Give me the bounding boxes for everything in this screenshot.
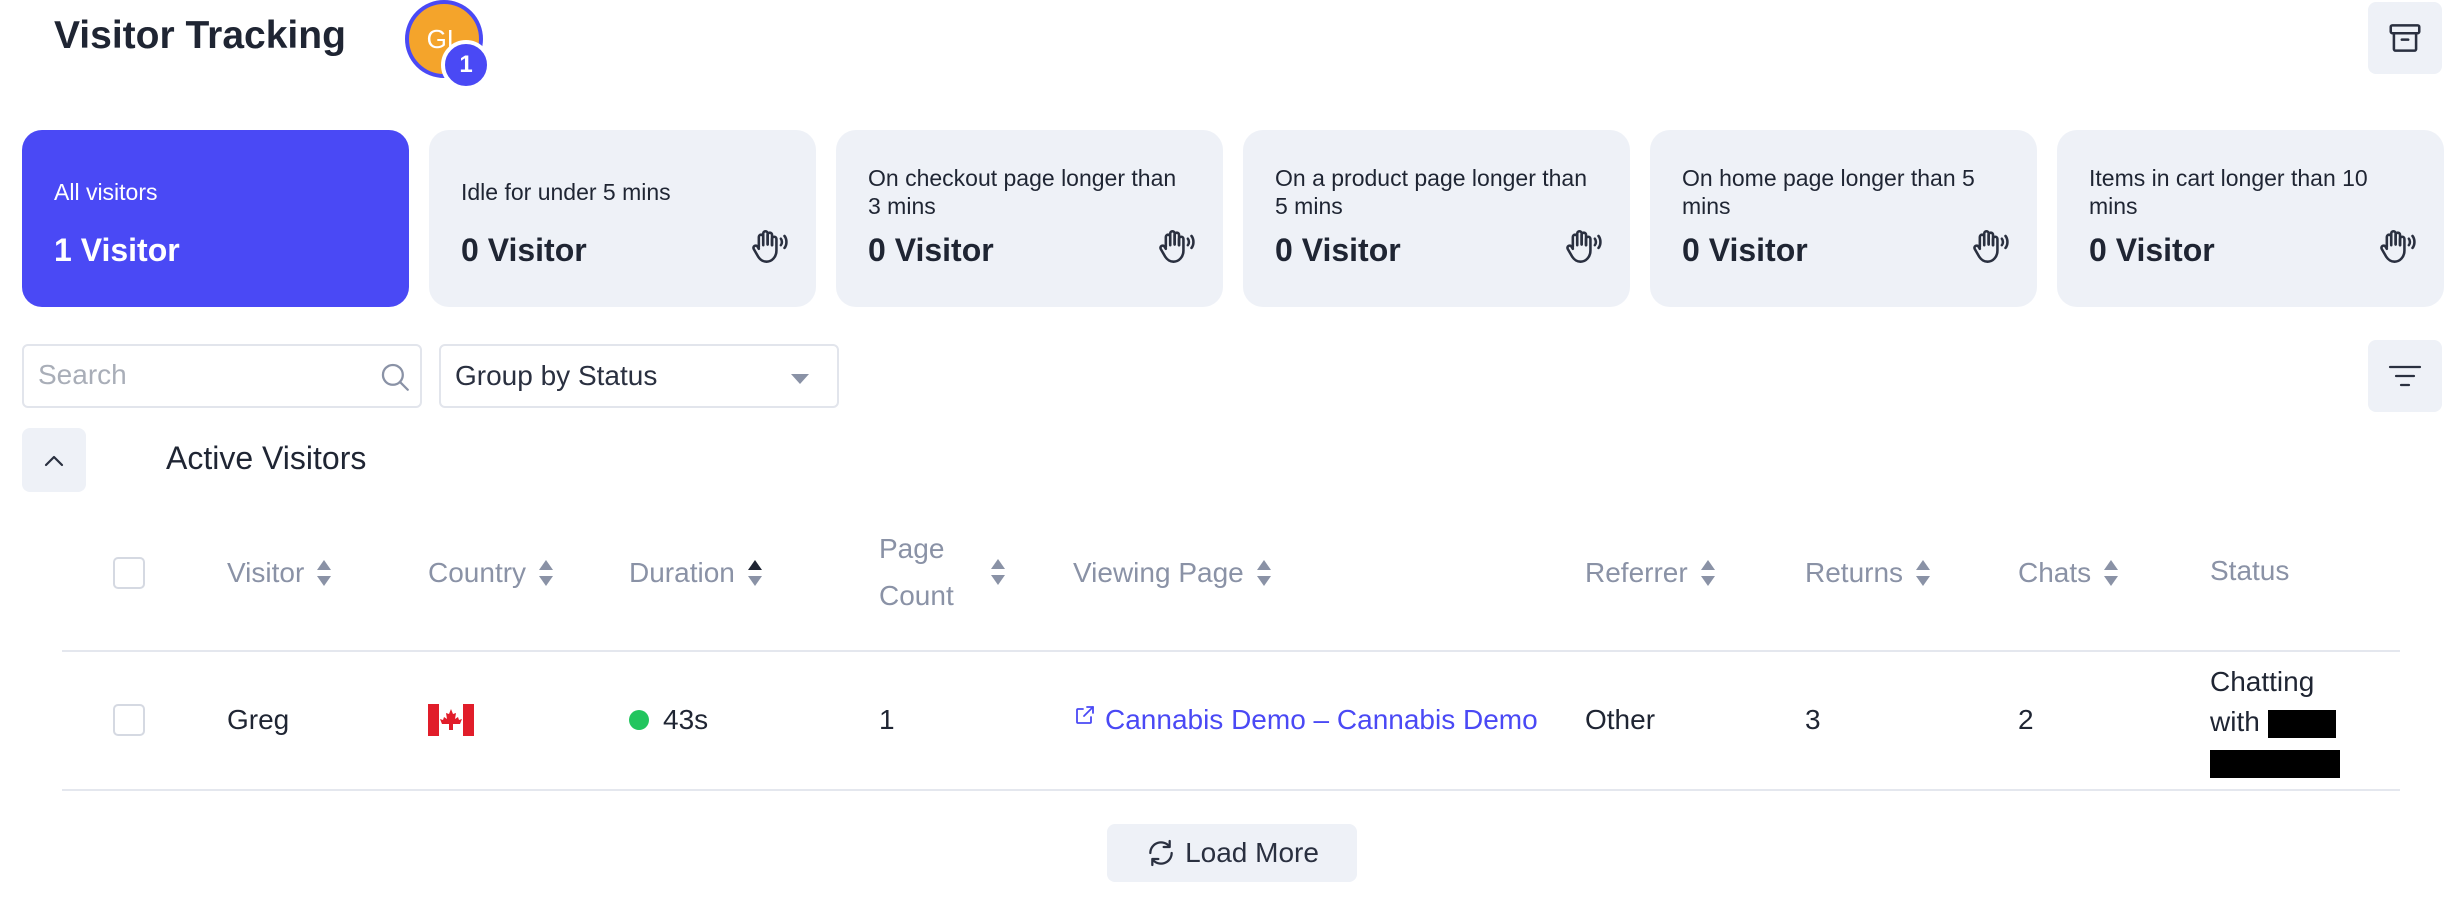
load-more-button[interactable]: Load More bbox=[1107, 824, 1357, 882]
sort-icon bbox=[317, 560, 332, 586]
status-text-line-1: Chatting bbox=[2210, 666, 2315, 697]
load-more-label: Load More bbox=[1185, 837, 1319, 868]
status-line-3 bbox=[2210, 742, 2390, 782]
card-label: Items in cart longer than 10 mins bbox=[2089, 165, 2368, 219]
column-header-chats[interactable]: Chats bbox=[2018, 553, 2119, 593]
column-header-label: Returns bbox=[1805, 557, 1904, 588]
card-all-visitors[interactable]: All visitors 1 Visitor bbox=[22, 130, 409, 307]
referrer-value: Other bbox=[1585, 704, 1656, 735]
row-checkbox[interactable] bbox=[113, 704, 145, 736]
archive-icon bbox=[2389, 24, 2421, 52]
column-header-label: Duration bbox=[629, 557, 735, 588]
external-link-icon bbox=[1076, 706, 1094, 724]
wave-hand-icon[interactable] bbox=[1560, 225, 1604, 269]
table-header-divider bbox=[62, 650, 2400, 652]
wave-hand-icon[interactable] bbox=[746, 225, 790, 269]
country-cell bbox=[428, 700, 474, 740]
group-by-selected-value: Group by Status bbox=[455, 360, 658, 391]
card-value: 1 Visitor bbox=[54, 232, 180, 268]
search-input[interactable] bbox=[24, 346, 354, 404]
column-header-page-count[interactable]: Page Count bbox=[879, 525, 979, 619]
sort-icon bbox=[1256, 560, 1271, 586]
duration-value: 43s bbox=[663, 704, 709, 735]
column-header-label: Status bbox=[2210, 555, 2290, 586]
page-title: Visitor Tracking bbox=[54, 14, 346, 57]
sort-icon[interactable] bbox=[990, 557, 1006, 587]
card-value: 0 Visitor bbox=[2089, 232, 2215, 268]
chats-value: 2 bbox=[2018, 704, 2034, 735]
sort-ascending-icon bbox=[747, 560, 762, 586]
card-product-over-5-mins[interactable]: On a product page longer than 5 mins 0 V… bbox=[1243, 130, 1630, 307]
visitor-filter-cards: All visitors 1 Visitor Idle for under 5 … bbox=[22, 130, 2444, 307]
status-cell: Chatting with bbox=[2210, 662, 2390, 782]
page-count-value: 1 bbox=[879, 704, 895, 735]
column-header-label: Chats bbox=[2018, 557, 2092, 588]
card-label: On a product page longer than 5 mins bbox=[1275, 165, 1588, 219]
chevron-up-icon bbox=[44, 455, 64, 467]
wave-hand-icon[interactable] bbox=[1967, 225, 2011, 269]
viewing-page-title: Cannabis Demo – Cannabis Demo bbox=[1105, 704, 1538, 735]
sort-icon bbox=[2104, 560, 2119, 586]
sort-icon bbox=[1700, 560, 1715, 586]
card-value: 0 Visitor bbox=[1275, 232, 1401, 268]
redacted-agent-name bbox=[2210, 749, 2340, 778]
card-label: On home page longer than 5 mins bbox=[1682, 165, 1975, 219]
column-header-returns[interactable]: Returns bbox=[1805, 553, 1931, 593]
card-home-over-5-mins[interactable]: On home page longer than 5 mins 0 Visito… bbox=[1650, 130, 2037, 307]
group-by-select[interactable]: Group by Status bbox=[439, 344, 839, 408]
returns-value: 3 bbox=[1805, 704, 1821, 735]
refresh-icon bbox=[1149, 839, 1173, 867]
status-text-line-2: with bbox=[2210, 706, 2260, 737]
viewing-page-link[interactable]: Cannabis Demo – Cannabis Demo bbox=[1073, 700, 1538, 740]
sort-icon bbox=[1916, 560, 1931, 586]
archive-button[interactable] bbox=[2368, 2, 2442, 74]
column-header-duration[interactable]: Duration bbox=[629, 553, 763, 593]
column-header-label: Referrer bbox=[1585, 557, 1688, 588]
online-status-dot bbox=[629, 710, 649, 730]
sort-icon bbox=[539, 560, 554, 586]
column-header-visitor[interactable]: Visitor bbox=[227, 553, 332, 593]
wave-hand-icon[interactable] bbox=[1153, 225, 1197, 269]
column-header-label: Page Count bbox=[879, 533, 954, 611]
card-value: 0 Visitor bbox=[868, 232, 994, 268]
card-value: 0 Visitor bbox=[1682, 232, 1808, 268]
card-checkout-over-3-mins[interactable]: On checkout page longer than 3 mins 0 Vi… bbox=[836, 130, 1223, 307]
column-header-label: Viewing Page bbox=[1073, 557, 1244, 588]
filter-button[interactable] bbox=[2368, 340, 2442, 412]
column-header-referrer[interactable]: Referrer bbox=[1585, 553, 1716, 593]
card-cart-over-10-mins[interactable]: Items in cart longer than 10 mins 0 Visi… bbox=[2057, 130, 2444, 307]
search-box bbox=[22, 344, 422, 408]
card-label: On checkout page longer than 3 mins bbox=[868, 165, 1177, 219]
collapse-section-button[interactable] bbox=[22, 428, 86, 492]
table-row-divider bbox=[62, 789, 2400, 791]
visitor-name[interactable]: Greg bbox=[227, 700, 289, 740]
card-label: Idle for under 5 mins bbox=[461, 179, 671, 205]
column-header-label: Country bbox=[428, 557, 527, 588]
chevron-down-icon bbox=[791, 374, 809, 384]
column-header-label: Visitor bbox=[227, 557, 305, 588]
wave-hand-icon[interactable] bbox=[2374, 225, 2418, 269]
column-header-country[interactable]: Country bbox=[428, 553, 554, 593]
canada-flag-icon bbox=[428, 704, 474, 736]
card-label: All visitors bbox=[54, 179, 158, 205]
column-header-status: Status bbox=[2210, 551, 2289, 591]
redacted-agent-name bbox=[2267, 709, 2336, 738]
select-all-checkbox[interactable] bbox=[113, 557, 145, 589]
status-line-2: with bbox=[2210, 702, 2390, 742]
avatar-count-badge: 1 bbox=[441, 40, 491, 90]
column-header-viewing-page[interactable]: Viewing Page bbox=[1073, 553, 1272, 593]
card-idle-under-5-mins[interactable]: Idle for under 5 mins 0 Visitor bbox=[429, 130, 816, 307]
card-value: 0 Visitor bbox=[461, 232, 587, 268]
duration-cell: 43s bbox=[629, 700, 708, 740]
section-title: Active Visitors bbox=[166, 440, 367, 476]
search-icon[interactable] bbox=[378, 360, 412, 394]
filter-icon bbox=[2388, 365, 2422, 387]
